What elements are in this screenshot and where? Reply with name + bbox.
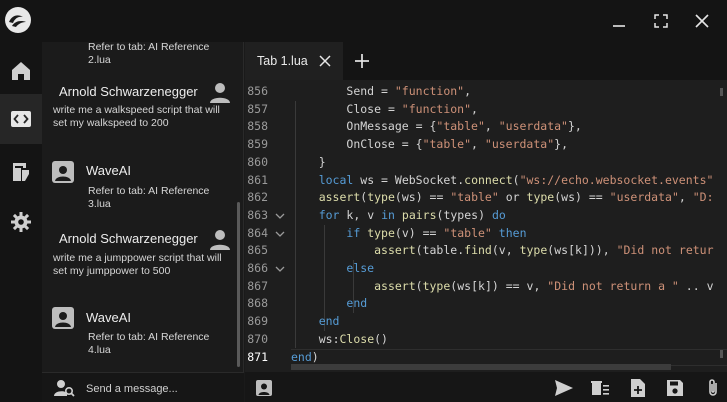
code-line: assert(table.find(v, type(ws[k])), "Did …: [374, 243, 714, 258]
chat-message-list[interactable]: Refer to tab: AI Reference 2.lua Arnold …: [42, 42, 244, 372]
chat-message-text: Refer to tab: AI Reference 2.lua: [88, 42, 210, 66]
code-icon: [11, 111, 31, 127]
code-line: Close = "function",: [346, 101, 478, 116]
line-number: 867: [247, 278, 268, 293]
close-tab-icon[interactable]: [317, 53, 333, 69]
line-number: 862: [247, 190, 268, 205]
tab-label: Tab 1.lua: [257, 54, 308, 68]
send-icon: [555, 380, 573, 396]
sidebar-item-editor[interactable]: [0, 94, 42, 144]
ai-avatar-icon: [51, 306, 75, 330]
add-tab-icon[interactable]: [353, 52, 371, 70]
ai-assistant-icon: [256, 380, 272, 396]
sidebar-item-settings[interactable]: [0, 197, 42, 247]
line-number: 860: [247, 154, 268, 169]
code-line: for k, v in pairs(types) do: [318, 207, 506, 222]
maximize-icon[interactable]: [648, 8, 674, 34]
clear-icon: [591, 381, 609, 395]
open-file-button[interactable]: [628, 378, 648, 398]
editor-toolbar: [245, 372, 727, 402]
chat-message-text: write me a jumppower script that will se…: [53, 252, 222, 277]
clear-button[interactable]: [590, 378, 610, 398]
sidebar-item-home[interactable]: [0, 46, 42, 96]
fold-chevron-icon[interactable]: [275, 211, 285, 221]
line-number: 865: [247, 243, 268, 258]
code-line: assert(type(ws) == "table" or type(ws) =…: [318, 190, 714, 205]
scroll-marker: [720, 350, 723, 358]
ai-avatar-icon: [51, 160, 75, 184]
fold-chevron-icon[interactable]: [275, 264, 285, 274]
close-window-icon[interactable]: [689, 8, 715, 34]
gear-icon: [11, 212, 31, 232]
title-bar: [0, 0, 727, 42]
ai-search-icon: [54, 380, 75, 397]
line-number: 861: [247, 172, 268, 187]
code-line: }: [291, 154, 326, 169]
code-editor[interactable]: 856 857 858 859 860 861 862 863 864 865 866 867 868 8…: [245, 80, 727, 372]
chat-message-input[interactable]: [86, 380, 236, 398]
tab-1[interactable]: Tab 1.lua: [245, 42, 343, 80]
save-icon: [667, 380, 683, 396]
script-icon: [13, 163, 29, 181]
home-icon: [12, 62, 30, 80]
ai-assistant-button[interactable]: [254, 378, 274, 398]
save-button[interactable]: [665, 378, 685, 398]
chat-author-name: WaveAI: [86, 310, 132, 325]
new-file-icon: [631, 379, 645, 397]
code-line: end: [318, 314, 340, 329]
code-line: assert(type(ws[k]) == v, "Did not return…: [374, 278, 714, 293]
code-line: OnClose = {"table", "userdata"},: [346, 137, 568, 152]
code-line: Send = "function",: [346, 84, 472, 98]
execute-button[interactable]: [554, 378, 574, 398]
code-area[interactable]: Send = "function", Close = "function", O…: [291, 80, 727, 372]
scroll-marker: [720, 88, 723, 96]
chat-message-text: Refer to tab: AI Reference 3.lua: [88, 185, 210, 210]
chat-scrollbar[interactable]: [237, 202, 240, 367]
code-line: local ws = WebSocket.connect("ws://echo.…: [318, 172, 714, 187]
line-number: 871: [247, 349, 268, 364]
tab-bar: Tab 1.lua: [245, 42, 727, 80]
code-line: if type(v) == "table" then: [346, 225, 527, 240]
chat-message-text: Refer to tab: AI Reference 4.lua: [88, 331, 210, 356]
line-number: 868: [247, 296, 268, 311]
line-number: 863: [247, 207, 268, 222]
line-number-gutter: 856 857 858 859 860 861 862 863 864 865 866 867 868 8…: [245, 80, 291, 372]
chat-author-name: WaveAI: [86, 163, 132, 178]
line-number: 870: [247, 331, 268, 346]
line-number: 866: [247, 261, 268, 275]
chat-input-bar: [42, 372, 244, 402]
line-number: 864: [247, 225, 268, 240]
line-number: 856: [247, 84, 268, 98]
code-line: else: [346, 261, 375, 275]
sidebar: [0, 42, 42, 402]
code-line: OnMessage = {"table", "userdata"},: [346, 119, 582, 134]
user-avatar-icon: [208, 81, 232, 105]
line-number: 869: [247, 314, 268, 329]
chat-author-name: Arnold Schwarzenegger: [59, 231, 198, 246]
line-number: 859: [247, 137, 268, 152]
attach-button[interactable]: [703, 378, 723, 398]
paperclip-icon: [709, 379, 717, 396]
chat-author-name: Arnold Schwarzenegger: [59, 84, 198, 99]
wave-logo-icon: [3, 5, 33, 35]
minimize-icon[interactable]: [606, 8, 632, 34]
code-line: end: [346, 296, 368, 311]
fold-chevron-icon[interactable]: [275, 229, 285, 239]
code-line: ws:Close(): [318, 331, 388, 346]
line-number: 858: [247, 119, 268, 134]
chat-message-text: write me a walkspeed script that will se…: [53, 104, 220, 129]
user-avatar-icon: [208, 228, 232, 252]
ai-chat-panel: Refer to tab: AI Reference 2.lua Arnold …: [42, 42, 244, 402]
line-number: 857: [247, 101, 268, 116]
sidebar-item-scripts[interactable]: [0, 147, 42, 197]
horizontal-scrollbar[interactable]: [291, 364, 671, 370]
